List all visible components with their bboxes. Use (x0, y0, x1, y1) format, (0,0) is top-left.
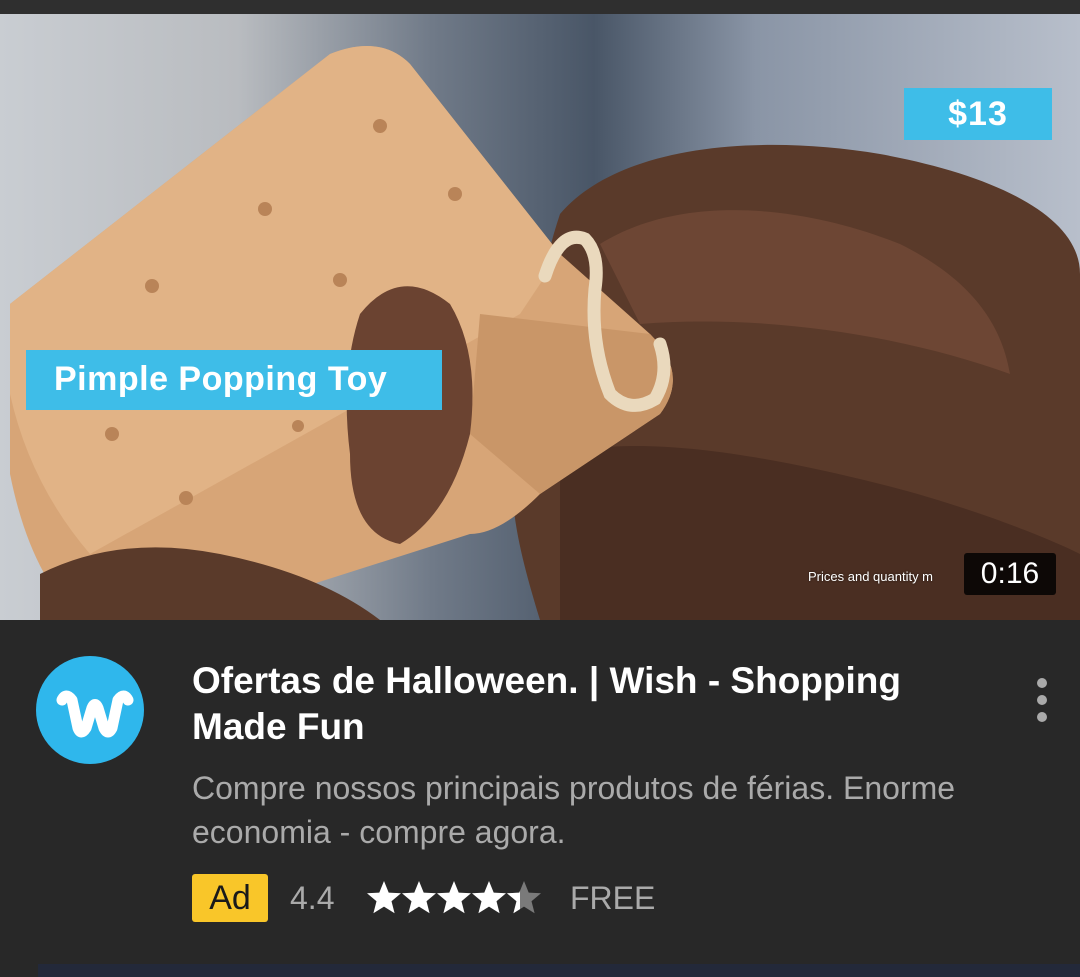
price-tag: $13 (904, 88, 1052, 140)
star-rating (367, 881, 541, 914)
wish-logo-icon[interactable] (36, 656, 144, 764)
more-vert-icon[interactable] (1018, 672, 1066, 728)
top-strip (0, 0, 1080, 14)
ad-details[interactable]: Ofertas de Halloween. | Wish - Shopping … (0, 620, 1080, 977)
next-item-edge (38, 964, 1080, 977)
ad-description: Compre nossos principais produtos de fér… (192, 770, 956, 850)
ad-badge: Ad (192, 874, 268, 922)
rating-value: 4.4 (290, 880, 335, 916)
star-icon (402, 881, 436, 914)
product-label: Pimple Popping Toy (26, 350, 442, 410)
star-icon (472, 881, 506, 914)
video-duration-badge: 0:16 (964, 553, 1056, 595)
price-label: FREE (570, 880, 656, 916)
ad-meta-row: Ad 4.4 FREE (192, 872, 892, 924)
star-icon (437, 881, 471, 914)
price-disclaimer: Prices and quantity m (808, 569, 934, 584)
star-icon (367, 881, 401, 914)
ad-title[interactable]: Ofertas de Halloween. | Wish - Shopping … (192, 658, 992, 750)
video-thumbnail[interactable]: $13 Pimple Popping Toy Prices and quanti… (0, 14, 1080, 620)
